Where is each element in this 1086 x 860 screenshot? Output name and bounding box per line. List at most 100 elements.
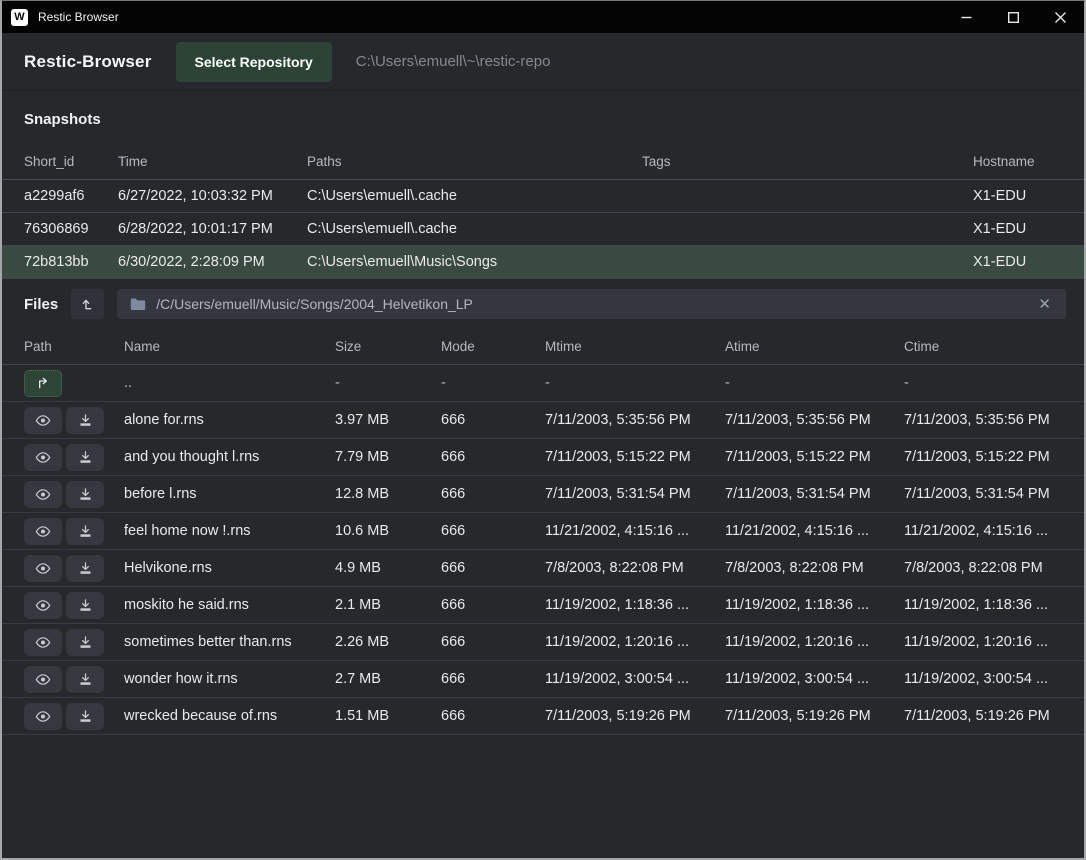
minimize-icon: [961, 12, 972, 23]
window-title: Restic Browser: [38, 10, 119, 24]
column-header-hostname: Hostname: [973, 154, 1062, 169]
file-ctime: 7/11/2003, 5:15:22 PM: [904, 449, 1062, 465]
download-file-button[interactable]: [66, 518, 104, 545]
snapshot-hostname: X1-EDU: [973, 188, 1062, 204]
file-mtime: 11/19/2002, 1:20:16 ...: [545, 634, 725, 650]
file-row: before l.rns 12.8 MB 666 7/11/2003, 5:31…: [2, 476, 1084, 513]
snapshot-row[interactable]: 76306869 6/28/2022, 10:01:17 PM C:\Users…: [2, 213, 1084, 246]
maximize-button[interactable]: [990, 1, 1037, 33]
file-ctime: -: [904, 375, 1062, 391]
column-header-mtime: Mtime: [545, 339, 725, 354]
preview-file-button[interactable]: [24, 444, 62, 471]
file-row: Helvikone.rns 4.9 MB 666 7/8/2003, 8:22:…: [2, 550, 1084, 587]
snapshots-table-body: a2299af6 6/27/2022, 10:03:32 PM C:\Users…: [2, 180, 1084, 279]
preview-file-button[interactable]: [24, 407, 62, 434]
folder-icon: [130, 297, 146, 311]
file-mtime: 7/11/2003, 5:15:22 PM: [545, 449, 725, 465]
go-up-directory-button[interactable]: [24, 370, 62, 397]
parent-directory-row: .. - - - - -: [2, 365, 1084, 402]
file-mtime: 7/8/2003, 8:22:08 PM: [545, 560, 725, 576]
files-heading: Files: [24, 296, 58, 313]
preview-file-button[interactable]: [24, 703, 62, 730]
snapshot-time: 6/27/2022, 10:03:32 PM: [118, 188, 307, 204]
eye-icon: [35, 599, 51, 612]
download-file-button[interactable]: [66, 444, 104, 471]
download-icon: [78, 635, 93, 650]
download-icon: [78, 450, 93, 465]
clear-path-button[interactable]: ✕: [1036, 295, 1053, 313]
file-mode: 666: [441, 486, 545, 502]
file-ctime: 11/21/2002, 4:15:16 ...: [904, 523, 1062, 539]
download-file-button[interactable]: [66, 629, 104, 656]
eye-icon: [35, 451, 51, 464]
eye-icon: [35, 488, 51, 501]
snapshot-row[interactable]: 72b813bb 6/30/2022, 2:28:09 PM C:\Users\…: [2, 246, 1084, 279]
select-repository-button[interactable]: Select Repository: [176, 42, 332, 82]
column-header-ctime: Ctime: [904, 339, 1062, 354]
column-header-path: Path: [24, 339, 124, 354]
download-file-button[interactable]: [66, 407, 104, 434]
minimize-button[interactable]: [943, 1, 990, 33]
file-size: 10.6 MB: [335, 523, 441, 539]
preview-file-button[interactable]: [24, 555, 62, 582]
file-name: wrecked because of.rns: [124, 708, 335, 724]
file-mtime: 11/19/2002, 3:00:54 ...: [545, 671, 725, 687]
download-file-button[interactable]: [66, 592, 104, 619]
app-title: Restic-Browser: [24, 52, 152, 72]
files-table-body: alone for.rns 3.97 MB 666 7/11/2003, 5:3…: [2, 402, 1084, 735]
titlebar[interactable]: W Restic Browser: [2, 1, 1084, 33]
preview-file-button[interactable]: [24, 481, 62, 508]
file-atime: 11/19/2002, 1:20:16 ...: [725, 634, 904, 650]
file-ctime: 7/8/2003, 8:22:08 PM: [904, 560, 1062, 576]
file-name: wonder how it.rns: [124, 671, 335, 687]
path-bar[interactable]: /C/Users/emuell/Music/Songs/2004_Helveti…: [117, 289, 1066, 319]
download-file-button[interactable]: [66, 666, 104, 693]
file-size: -: [335, 375, 441, 391]
preview-file-button[interactable]: [24, 629, 62, 656]
download-icon: [78, 413, 93, 428]
file-atime: 7/8/2003, 8:22:08 PM: [725, 560, 904, 576]
eye-icon: [35, 673, 51, 686]
eye-icon: [35, 710, 51, 723]
goto-root-button[interactable]: [71, 289, 104, 319]
snapshot-hostname: X1-EDU: [973, 254, 1062, 270]
file-mtime: 7/11/2003, 5:19:26 PM: [545, 708, 725, 724]
snapshot-paths: C:\Users\emuell\.cache: [307, 221, 642, 237]
preview-file-button[interactable]: [24, 518, 62, 545]
close-icon: [1055, 12, 1066, 23]
file-size: 3.97 MB: [335, 412, 441, 428]
snapshot-short-id: 72b813bb: [24, 254, 118, 270]
file-name: Helvikone.rns: [124, 560, 335, 576]
column-header-size: Size: [335, 339, 441, 354]
file-mode: 666: [441, 449, 545, 465]
file-atime: 7/11/2003, 5:15:22 PM: [725, 449, 904, 465]
column-header-paths: Paths: [307, 154, 642, 169]
file-ctime: 7/11/2003, 5:19:26 PM: [904, 708, 1062, 724]
eye-icon: [35, 636, 51, 649]
close-button[interactable]: [1037, 1, 1084, 33]
files-section-header: Files /C/Users/emuell/Music/Songs/2004_H…: [2, 279, 1084, 328]
file-mode: 666: [441, 671, 545, 687]
snapshot-row[interactable]: a2299af6 6/27/2022, 10:03:32 PM C:\Users…: [2, 180, 1084, 213]
wails-app-icon: W: [11, 9, 28, 26]
column-header-tags: Tags: [642, 154, 973, 169]
empty-space: [2, 735, 1084, 858]
download-file-button[interactable]: [66, 481, 104, 508]
snapshots-heading: Snapshots: [24, 111, 1062, 128]
preview-file-button[interactable]: [24, 592, 62, 619]
window-controls: [943, 1, 1084, 33]
download-file-button[interactable]: [66, 555, 104, 582]
file-row: wrecked because of.rns 1.51 MB 666 7/11/…: [2, 698, 1084, 735]
file-row: moskito he said.rns 2.1 MB 666 11/19/200…: [2, 587, 1084, 624]
snapshot-short-id: 76306869: [24, 221, 118, 237]
column-header-mode: Mode: [441, 339, 545, 354]
download-file-button[interactable]: [66, 703, 104, 730]
column-header-time: Time: [118, 154, 307, 169]
file-atime: 11/19/2002, 1:18:36 ...: [725, 597, 904, 613]
snapshot-time: 6/30/2022, 2:28:09 PM: [118, 254, 307, 270]
file-name: feel home now !.rns: [124, 523, 335, 539]
preview-file-button[interactable]: [24, 666, 62, 693]
file-ctime: 11/19/2002, 3:00:54 ...: [904, 671, 1062, 687]
file-row: and you thought l.rns 7.79 MB 666 7/11/2…: [2, 439, 1084, 476]
download-icon: [78, 598, 93, 613]
